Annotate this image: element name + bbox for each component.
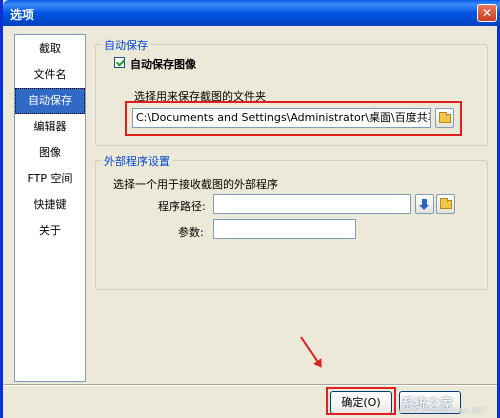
bottom-separator [3, 384, 497, 386]
window-title: 选项 [10, 8, 35, 22]
browse-program-button[interactable] [436, 194, 455, 214]
options-dialog: 选项 ✕ 截取 文件名 自动保存 编辑器 图像 FTP 空间 快捷键 关于 自动… [0, 0, 500, 418]
watermark-url: WWW.XITONGZHIJIA.NET [398, 407, 485, 415]
sidebar-item-about[interactable]: 关于 [15, 218, 85, 244]
program-path-label: 程序路径: [158, 200, 206, 213]
close-button[interactable]: ✕ [477, 4, 497, 22]
autosave-group-title: 自动保存 [102, 37, 150, 53]
category-list: 截取 文件名 自动保存 编辑器 图像 FTP 空间 快捷键 关于 [14, 34, 86, 382]
download-arrow-icon [419, 199, 429, 210]
params-field[interactable] [213, 219, 356, 239]
program-path-field[interactable] [213, 194, 411, 214]
sidebar-item-editor[interactable]: 编辑器 [15, 114, 85, 140]
close-icon: ✕ [481, 6, 493, 20]
annotation-arrow [300, 336, 321, 366]
sidebar-item-image[interactable]: 图像 [15, 140, 85, 166]
annotation-ok-highlight [326, 387, 396, 415]
external-prompt-label: 选择一个用于接收截图的外部程序 [113, 178, 278, 191]
autosave-checkbox-label[interactable]: 自动保存图像 [130, 56, 196, 72]
sidebar-item-ftp[interactable]: FTP 空间 [15, 166, 85, 192]
sidebar-item-capture[interactable]: 截取 [15, 36, 85, 62]
params-label: 参数: [178, 226, 204, 239]
program-dropdown-button[interactable] [415, 194, 434, 214]
sidebar-item-autosave[interactable]: 自动保存 [15, 88, 85, 114]
external-group-title: 外部程序设置 [102, 153, 172, 169]
sidebar-item-filename[interactable]: 文件名 [15, 62, 85, 88]
annotation-highlight-box [125, 101, 462, 136]
sidebar-item-hotkeys[interactable]: 快捷键 [15, 192, 85, 218]
autosave-checkbox[interactable] [114, 57, 125, 68]
title-bar: 选项 ✕ [3, 0, 500, 26]
folder-icon [440, 198, 452, 209]
